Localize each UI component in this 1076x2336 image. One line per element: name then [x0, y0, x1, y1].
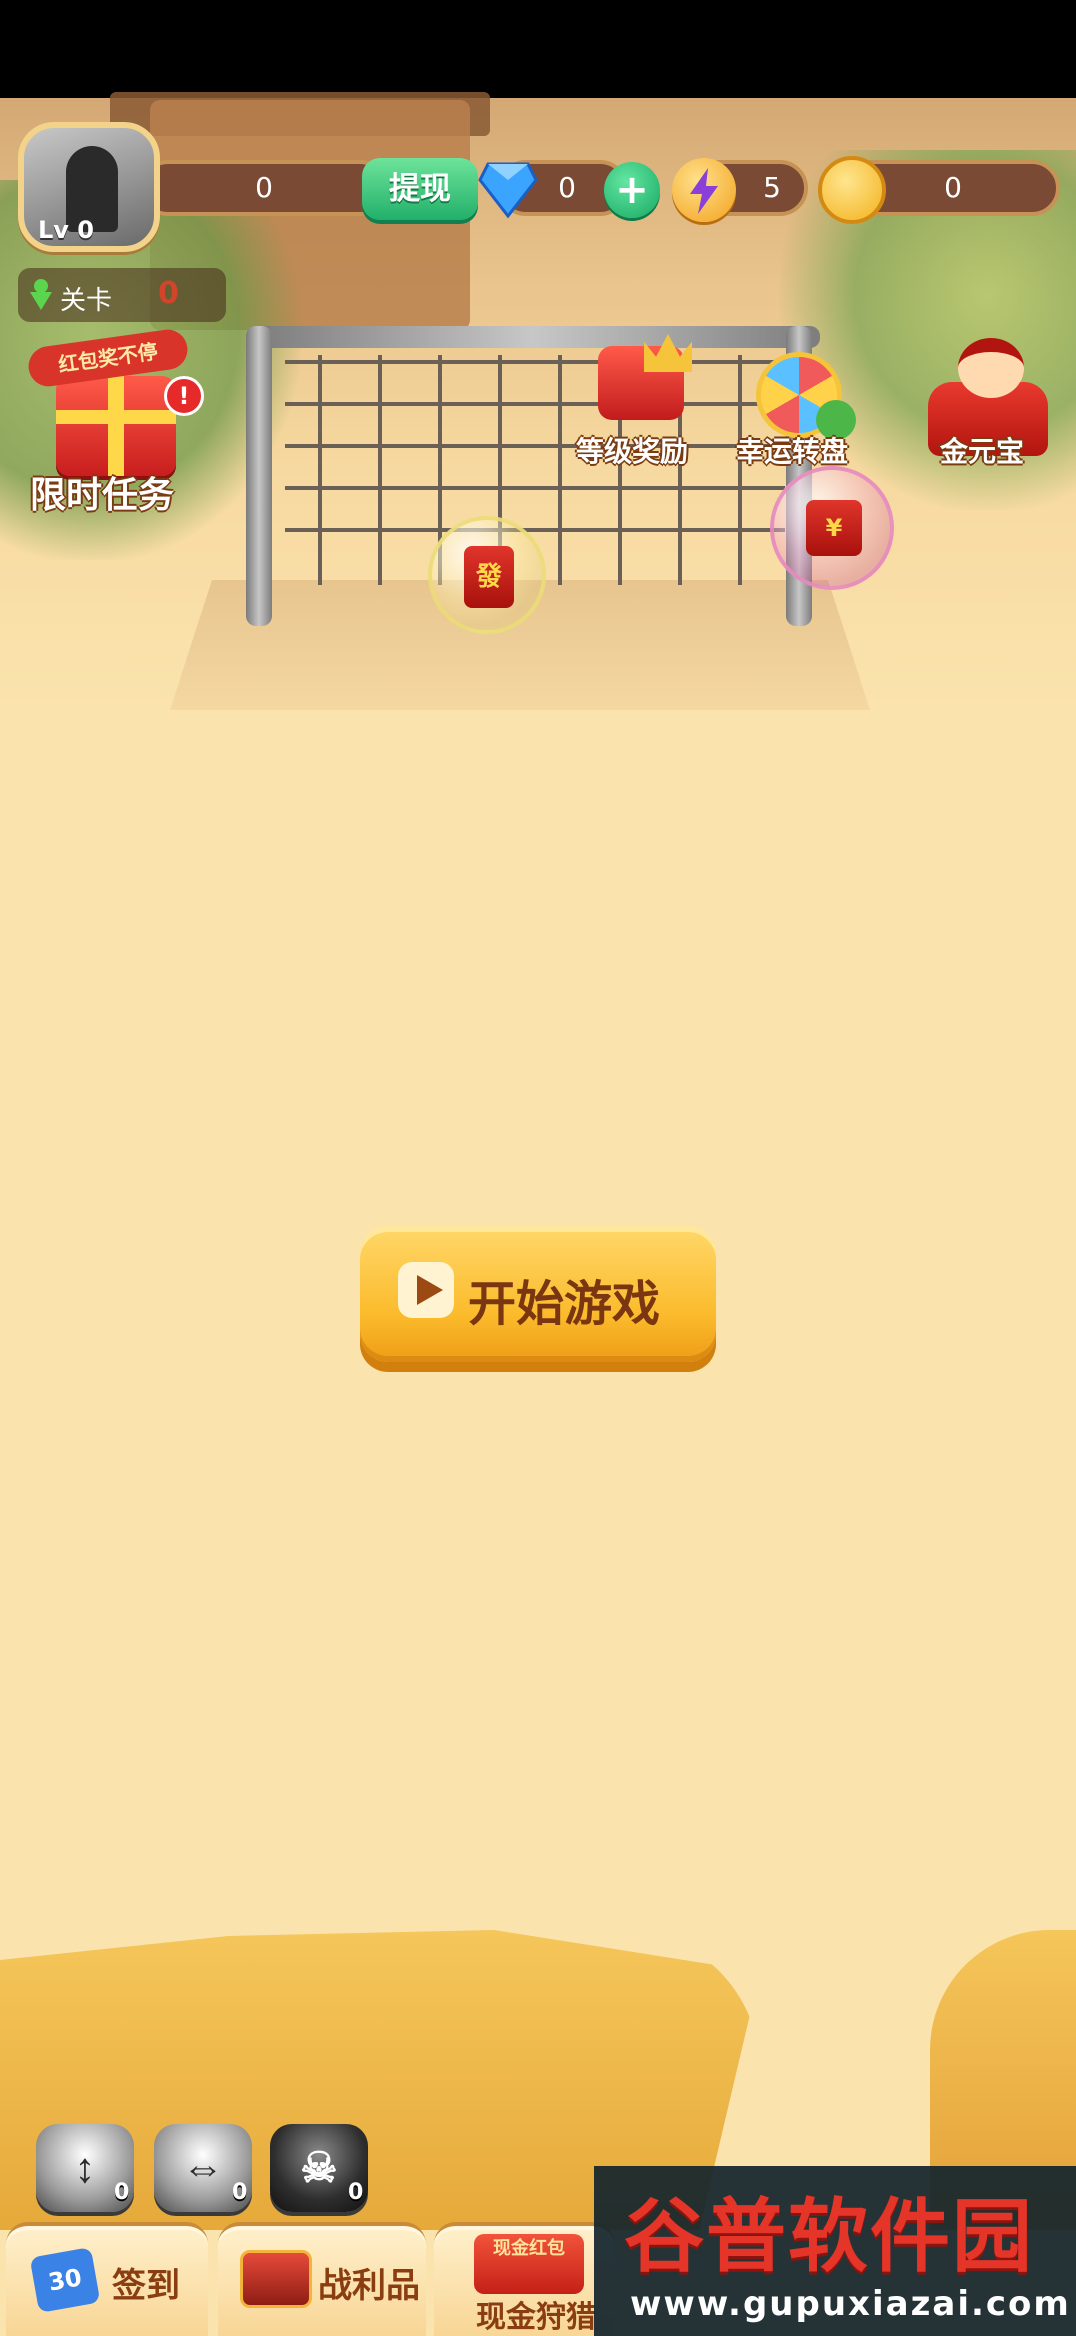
- gold-coin-icon: [818, 156, 886, 224]
- diamond-icon: [478, 162, 538, 218]
- fortune-god-face: [958, 338, 1024, 398]
- cash-red-envelope-icon: 现金红包: [474, 2234, 584, 2294]
- goal-net-line: [285, 486, 785, 490]
- cash-hunt-label: 现金狩猎: [476, 2300, 596, 2335]
- play-triangle: [417, 1275, 443, 1305]
- stage-value: 0: [158, 276, 179, 311]
- red-envelope-icon: 發: [464, 546, 514, 608]
- watermark-overlay: 谷普软件园 www.gupuxiazai.com: [594, 2166, 1076, 2336]
- red-envelope-bubble[interactable]: ¥: [770, 466, 894, 590]
- cash-hunt-button[interactable]: 现金红包 现金狩猎: [434, 2222, 614, 2336]
- player-level-badge: Lv 0: [38, 216, 94, 244]
- goal-net-line: [318, 355, 322, 585]
- score-pill: 0: [140, 160, 388, 216]
- spoils-button[interactable]: 战利品: [218, 2222, 426, 2336]
- goal-net-line: [378, 355, 382, 585]
- red-envelope-bubble[interactable]: 發: [428, 516, 546, 634]
- signin-button[interactable]: 30 签到: [6, 2222, 208, 2336]
- lucky-wheel-label: 幸运转盘: [736, 435, 849, 468]
- level-reward-label: 等级奖励: [576, 435, 689, 468]
- spoils-label: 战利品: [318, 2266, 420, 2306]
- stage-arrow-icon: [30, 279, 52, 310]
- goal-net-line: [285, 528, 785, 532]
- score-value: 0: [255, 171, 273, 204]
- alert-badge-icon: !: [164, 376, 204, 416]
- start-game-button[interactable]: 开始游戏: [360, 1226, 716, 1362]
- watermark-title: 谷普软件园: [624, 2190, 1034, 2283]
- vertical-swap-count: 0: [114, 2180, 130, 2205]
- treasure-chest-icon: [240, 2250, 312, 2308]
- bomb-count: 0: [348, 2180, 364, 2205]
- withdraw-button[interactable]: 提现: [362, 158, 478, 220]
- gift-ribbon: [108, 376, 124, 476]
- red-envelope-icon: ¥: [806, 500, 862, 556]
- energy-bolt-icon: [672, 158, 736, 222]
- watermark-url: www.gupuxiazai.com: [630, 2284, 1071, 2324]
- gift-ribbon: [56, 410, 176, 424]
- add-diamonds-button[interactable]: +: [604, 162, 660, 218]
- start-game-label: 开始游戏: [468, 1276, 661, 1332]
- status-bar: [0, 0, 1076, 98]
- stage-label: 关卡: [60, 286, 113, 316]
- calendar-icon: 30: [29, 2247, 101, 2313]
- horizontal-swap-count: 0: [232, 2180, 248, 2205]
- goal-left-post: [246, 326, 272, 626]
- goal-net-line: [558, 355, 562, 585]
- gold-ingot-label: 金元宝: [940, 435, 1025, 468]
- signin-label: 签到: [112, 2266, 180, 2306]
- timed-task-label: 限时任务: [30, 475, 175, 516]
